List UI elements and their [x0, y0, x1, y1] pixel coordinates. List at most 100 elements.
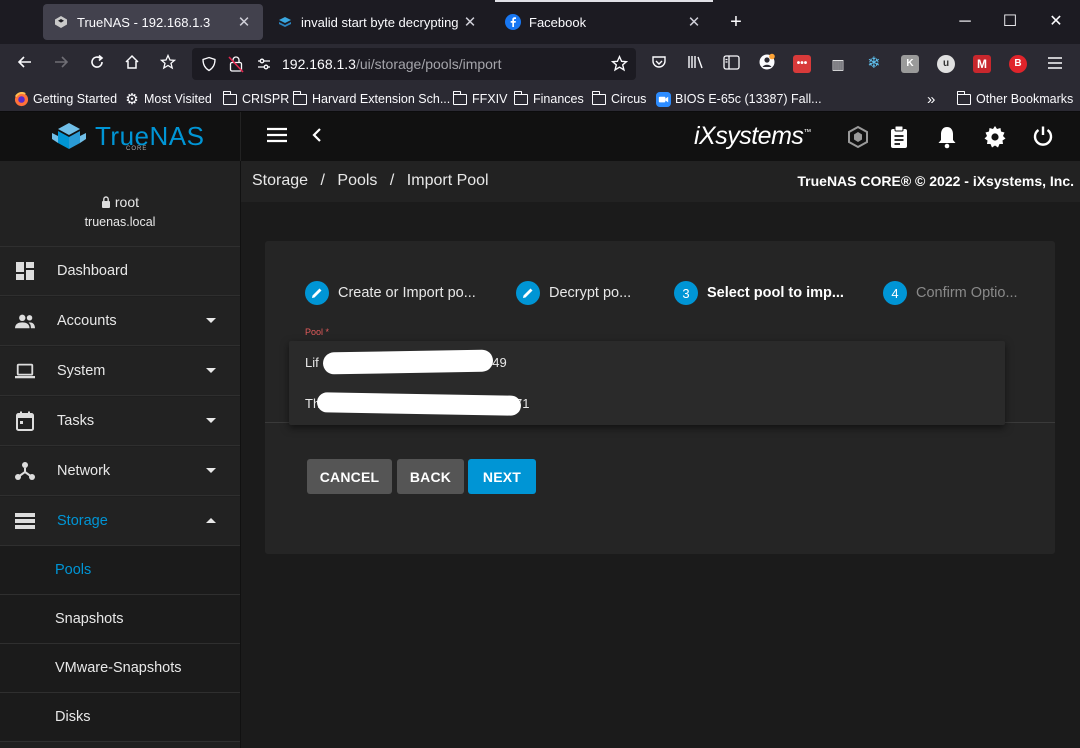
hamburger-menu-icon[interactable] [1043, 53, 1067, 77]
calendar-icon [15, 411, 35, 431]
cancel-button[interactable]: CANCEL [307, 459, 392, 494]
library-icon[interactable] [684, 53, 708, 77]
tab-title: TrueNAS - 192.168.1.3 [77, 14, 211, 30]
close-tab-icon[interactable]: ✕ [235, 13, 253, 31]
username: root [114, 194, 139, 210]
browser-nav-bar: 192.168.1.3/ui/storage/pools/import ••• … [0, 44, 1080, 86]
dashboard-icon [15, 261, 35, 281]
bookmark-folder-finances[interactable]: Finances [513, 90, 584, 108]
sidebar-subitem-disks[interactable]: Disks [0, 693, 240, 742]
next-button[interactable]: NEXT [468, 459, 536, 494]
clipboard-tasks-icon[interactable] [887, 125, 911, 149]
sidebar-subitem-pools[interactable]: Pools [0, 546, 240, 595]
truecommand-icon[interactable] [846, 125, 870, 149]
bookmark-getting-started[interactable]: Getting Started [13, 90, 117, 108]
sidebar-toggle-icon[interactable] [719, 53, 743, 77]
network-icon [15, 461, 35, 481]
sidebar-item-tasks[interactable]: Tasks [0, 397, 240, 446]
truenas-favicon-icon [277, 14, 293, 30]
facebook-icon [505, 14, 521, 30]
zoom-icon [655, 91, 671, 107]
extension-m-icon[interactable]: M [973, 55, 991, 73]
other-bookmarks-folder[interactable]: Other Bookmarks [956, 90, 1073, 108]
bookmark-most-visited[interactable]: ⚙ Most Visited [124, 90, 212, 108]
pool-field-label: Pool * [305, 327, 330, 337]
home-icon[interactable] [120, 53, 144, 77]
close-tab-icon[interactable]: ✕ [685, 13, 703, 31]
close-window-icon[interactable]: ✕ [1044, 10, 1068, 34]
tab-title: invalid start byte decrypting poo [301, 14, 461, 30]
step-create-import[interactable]: Create or Import po... [305, 281, 476, 305]
step-number: 4 [883, 281, 907, 305]
bookmark-folder-circus[interactable]: Circus [591, 90, 646, 108]
breadcrumb-import-pool: Import Pool [406, 172, 489, 189]
power-icon[interactable] [1031, 125, 1055, 149]
sidebar: root truenas.local Dashboard Accounts Sy… [0, 161, 241, 748]
breadcrumb-storage[interactable]: Storage [252, 172, 308, 189]
extension-snowflake-icon[interactable]: ❄ [865, 55, 883, 73]
site-permissions-icon[interactable] [256, 56, 272, 77]
bookmarks-bar: Getting Started ⚙ Most Visited CRISPR Ha… [0, 86, 1080, 112]
settings-gear-icon[interactable] [983, 125, 1007, 149]
chevron-down-icon [206, 368, 216, 373]
bookmark-folder-crispr[interactable]: CRISPR [222, 90, 289, 108]
extension-k-icon[interactable]: K [901, 55, 919, 73]
chevron-down-icon [206, 418, 216, 423]
collapse-chevron-icon[interactable] [305, 125, 329, 149]
extension-b-icon[interactable]: B [1009, 55, 1027, 73]
maximize-window-icon[interactable]: ☐ [998, 10, 1022, 34]
pocket-icon[interactable] [647, 53, 671, 77]
insecure-lock-icon[interactable] [228, 55, 244, 78]
sidebar-item-storage[interactable]: Storage [0, 497, 240, 546]
logo-area: TrueNAS CORE [0, 112, 241, 161]
bookmark-folder-ffxiv[interactable]: FFXIV [452, 90, 507, 108]
logo-text: TrueNAS [95, 121, 205, 151]
user-info: root truenas.local [0, 161, 240, 247]
step-confirm-options[interactable]: 4 Confirm Optio... [883, 281, 1018, 305]
copyright-text: TrueNAS CORE® © 2022 - iXsystems, Inc. [797, 173, 1074, 189]
forward-arrow-icon[interactable] [49, 53, 73, 77]
extension-grid-icon[interactable]: ▥ [829, 55, 847, 73]
minimize-window-icon[interactable]: ─ [953, 10, 977, 34]
step-select-pool[interactable]: 3 Select pool to imp... [674, 281, 844, 305]
back-arrow-icon[interactable] [13, 53, 37, 77]
close-tab-icon[interactable]: ✕ [461, 13, 479, 31]
sidebar-item-dashboard[interactable]: Dashboard [0, 247, 240, 296]
ixsystems-logo: iXsystems™ [694, 122, 811, 150]
firefox-icon [13, 91, 29, 106]
pool-option[interactable]: Lif 749 [289, 341, 1005, 383]
bookmark-star-icon[interactable] [610, 54, 629, 77]
more-bookmarks-chevron-icon[interactable]: » [927, 90, 935, 108]
truenas-favicon-icon [53, 14, 69, 30]
tab-invalid-start-byte[interactable]: invalid start byte decrypting poo ✕ [267, 4, 489, 40]
bookmark-folder-harvard[interactable]: Harvard Extension Sch... [292, 90, 450, 108]
breadcrumb-pools[interactable]: Pools [337, 172, 377, 189]
url-text[interactable]: 192.168.1.3/ui/storage/pools/import [282, 56, 502, 72]
reload-icon[interactable] [85, 53, 109, 77]
sidebar-item-network[interactable]: Network [0, 447, 240, 496]
sidebar-subitem-snapshots[interactable]: Snapshots [0, 595, 240, 644]
tab-facebook[interactable]: Facebook ✕ [495, 4, 713, 40]
account-icon[interactable] [755, 53, 779, 77]
step-decrypt-pool[interactable]: Decrypt po... [516, 281, 631, 305]
browser-tab-bar: TrueNAS - 192.168.1.3 ✕ invalid start by… [0, 0, 1080, 44]
back-button[interactable]: BACK [397, 459, 464, 494]
truenas-logo-icon [50, 121, 88, 158]
shield-icon[interactable] [201, 56, 217, 77]
sidebar-item-system[interactable]: System [0, 347, 240, 396]
extension-lastpass-icon[interactable]: ••• [793, 55, 811, 73]
url-bar[interactable]: 192.168.1.3/ui/storage/pools/import [192, 48, 636, 80]
new-tab-button[interactable]: + [724, 10, 748, 34]
bookmark-bios-zoom[interactable]: BIOS E-65c (13387) Fall... [655, 90, 822, 108]
breadcrumb-bar: Storage / Pools / Import Pool TrueNAS CO… [241, 161, 1080, 202]
folder-icon [222, 90, 238, 106]
sidebar-item-accounts[interactable]: Accounts [0, 297, 240, 346]
sidebar-subitem-vmware-snapshots[interactable]: VMware-Snapshots [0, 644, 240, 693]
tab-truenas[interactable]: TrueNAS - 192.168.1.3 ✕ [43, 4, 263, 40]
menu-toggle-icon[interactable] [265, 125, 289, 149]
bell-notifications-icon[interactable] [935, 125, 959, 149]
pocket-save-icon[interactable] [156, 53, 180, 77]
user-lock-icon [101, 195, 111, 211]
extension-u-icon[interactable]: u [937, 55, 955, 73]
pool-option[interactable]: Th 71 [289, 383, 1005, 425]
